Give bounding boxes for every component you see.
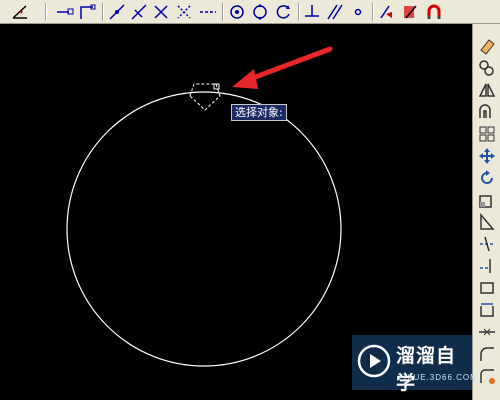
polyline-icon[interactable] [107,2,127,22]
select-objects-tooltip: 选择对象: [231,104,287,121]
join-icon[interactable] [477,300,497,320]
perpendicular-icon[interactable] [302,2,322,22]
play-logo-icon [356,343,392,379]
selection-pickbox [189,83,221,111]
mirror-icon[interactable] [477,80,497,100]
construction-line-icon[interactable] [129,2,149,22]
dimension-icon[interactable] [10,2,30,22]
modify-toolbar [472,24,500,400]
center-icon[interactable] [227,2,247,22]
explode-icon[interactable] [477,366,497,386]
cross-intersect-icon[interactable] [174,2,194,22]
watermark-logo: 溜溜自学 ZIXUE.3D66.COM [352,335,477,394]
chamfer-icon[interactable] [477,322,497,342]
extend-icon[interactable] [477,256,497,276]
annotation-arrow [232,46,333,89]
copy-icon[interactable] [477,58,497,78]
clear-snap-icon[interactable] [400,2,420,22]
node-icon[interactable] [348,2,368,22]
circle-object [66,91,342,367]
watermark-url: ZIXUE.3D66.COM [398,373,478,382]
move-icon[interactable] [477,146,497,166]
tangent-icon[interactable] [273,2,293,22]
fillet-icon[interactable] [477,344,497,364]
magnet-icon[interactable] [424,2,444,22]
scale-icon[interactable] [477,190,497,210]
trim-icon[interactable] [477,234,497,254]
dash-line-icon[interactable] [198,2,218,22]
quadrant-icon[interactable] [250,2,270,22]
ray-icon[interactable] [55,2,75,22]
erase-icon[interactable] [477,36,497,56]
array-icon[interactable] [477,124,497,144]
stretch-icon[interactable] [477,212,497,232]
cross-icon[interactable] [151,2,171,22]
snap-settings-icon[interactable] [377,2,397,22]
rotate-icon[interactable] [477,168,497,188]
parallel-icon[interactable] [325,2,345,22]
watermark-title: 溜溜自学 [396,345,457,394]
break-icon[interactable] [477,278,497,298]
line-icon[interactable] [77,2,97,22]
object-snap-toolbar [0,0,500,24]
offset-icon[interactable] [477,102,497,122]
